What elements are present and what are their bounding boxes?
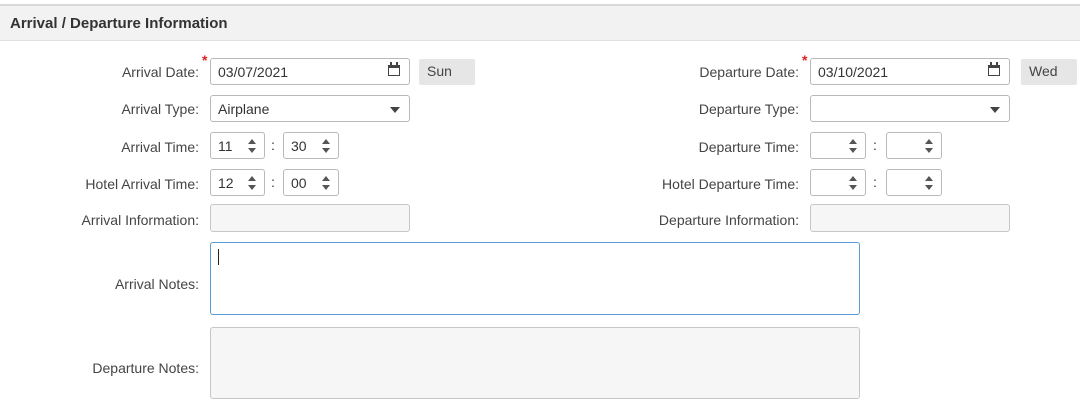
departure-day-badge: Wed bbox=[1021, 59, 1077, 85]
departure-date-input[interactable]: 03/10/2021 bbox=[810, 58, 1010, 85]
arrival-time-hour-stepper[interactable]: 11 bbox=[210, 132, 265, 159]
departure-time-label: Departure Time: bbox=[698, 139, 799, 155]
arrival-notes-textarea[interactable] bbox=[210, 242, 860, 315]
arrival-date-value: 03/07/2021 bbox=[218, 64, 289, 80]
hotel-departure-hour-stepper[interactable] bbox=[810, 169, 866, 196]
hotel-arrival-hour-stepper[interactable]: 12 bbox=[210, 169, 265, 196]
required-marker-departure-date: * bbox=[802, 52, 808, 68]
spin-down-icon[interactable] bbox=[248, 148, 256, 153]
spin-up-icon[interactable] bbox=[849, 139, 857, 144]
arrival-day-badge: Sun bbox=[419, 59, 475, 85]
calendar-icon[interactable] bbox=[988, 62, 1000, 76]
arrival-time-minute-value: 30 bbox=[291, 138, 307, 154]
hotel-arrival-minute-stepper[interactable]: 00 bbox=[283, 169, 339, 196]
departure-information-label: Departure Information: bbox=[658, 212, 799, 228]
spin-down-icon[interactable] bbox=[322, 148, 330, 153]
chevron-down-icon bbox=[390, 107, 400, 113]
hotel-departure-minute-stepper[interactable] bbox=[886, 169, 942, 196]
chevron-down-icon bbox=[990, 107, 1000, 113]
arrival-type-value: Airplane bbox=[218, 101, 270, 117]
spin-up-icon[interactable] bbox=[322, 139, 330, 144]
spin-up-icon[interactable] bbox=[849, 176, 857, 181]
spin-down-icon[interactable] bbox=[925, 148, 933, 153]
arrival-notes-label: Arrival Notes: bbox=[114, 276, 199, 292]
departure-notes-textarea[interactable] bbox=[210, 327, 860, 399]
section-header: Arrival / Departure Information bbox=[0, 6, 1080, 41]
departure-information-input[interactable] bbox=[810, 204, 1010, 232]
spin-up-icon[interactable] bbox=[248, 139, 256, 144]
hotel-departure-time-label: Hotel Departure Time: bbox=[662, 176, 799, 192]
time-separator: : bbox=[873, 137, 877, 153]
arrival-type-select[interactable]: Airplane bbox=[210, 95, 410, 122]
spin-up-icon[interactable] bbox=[925, 176, 933, 181]
text-cursor bbox=[218, 249, 219, 265]
calendar-icon[interactable] bbox=[388, 62, 400, 76]
spin-down-icon[interactable] bbox=[248, 185, 256, 190]
time-separator: : bbox=[271, 174, 275, 190]
spin-down-icon[interactable] bbox=[849, 185, 857, 190]
hotel-arrival-hour-value: 12 bbox=[218, 175, 234, 191]
spin-down-icon[interactable] bbox=[925, 185, 933, 190]
departure-date-value: 03/10/2021 bbox=[818, 64, 889, 80]
arrival-time-minute-stepper[interactable]: 30 bbox=[283, 132, 339, 159]
departure-type-label: Departure Type: bbox=[698, 101, 799, 117]
section-title: Arrival / Departure Information bbox=[10, 15, 228, 32]
spin-up-icon[interactable] bbox=[322, 176, 330, 181]
arrival-information-input[interactable] bbox=[210, 204, 410, 232]
time-separator: : bbox=[873, 174, 877, 190]
arrival-type-label: Arrival Type: bbox=[121, 101, 199, 117]
departure-time-hour-stepper[interactable] bbox=[810, 132, 866, 159]
arrival-date-input[interactable]: 03/07/2021 bbox=[210, 58, 410, 85]
spin-up-icon[interactable] bbox=[925, 139, 933, 144]
arrival-date-label: Arrival Date: bbox=[121, 64, 199, 80]
departure-notes-label: Departure Notes: bbox=[92, 360, 199, 376]
hotel-arrival-minute-value: 00 bbox=[291, 175, 307, 191]
required-marker-arrival-date: * bbox=[202, 52, 208, 68]
departure-type-select[interactable] bbox=[810, 95, 1010, 122]
arrival-time-label: Arrival Time: bbox=[121, 139, 199, 155]
departure-time-minute-stepper[interactable] bbox=[886, 132, 942, 159]
time-separator: : bbox=[271, 137, 275, 153]
spin-down-icon[interactable] bbox=[322, 185, 330, 190]
arrival-time-hour-value: 11 bbox=[218, 138, 233, 154]
spin-up-icon[interactable] bbox=[248, 176, 256, 181]
spin-down-icon[interactable] bbox=[849, 148, 857, 153]
hotel-arrival-time-label: Hotel Arrival Time: bbox=[85, 176, 199, 192]
departure-date-label: Departure Date: bbox=[699, 64, 799, 80]
arrival-information-label: Arrival Information: bbox=[81, 212, 199, 228]
